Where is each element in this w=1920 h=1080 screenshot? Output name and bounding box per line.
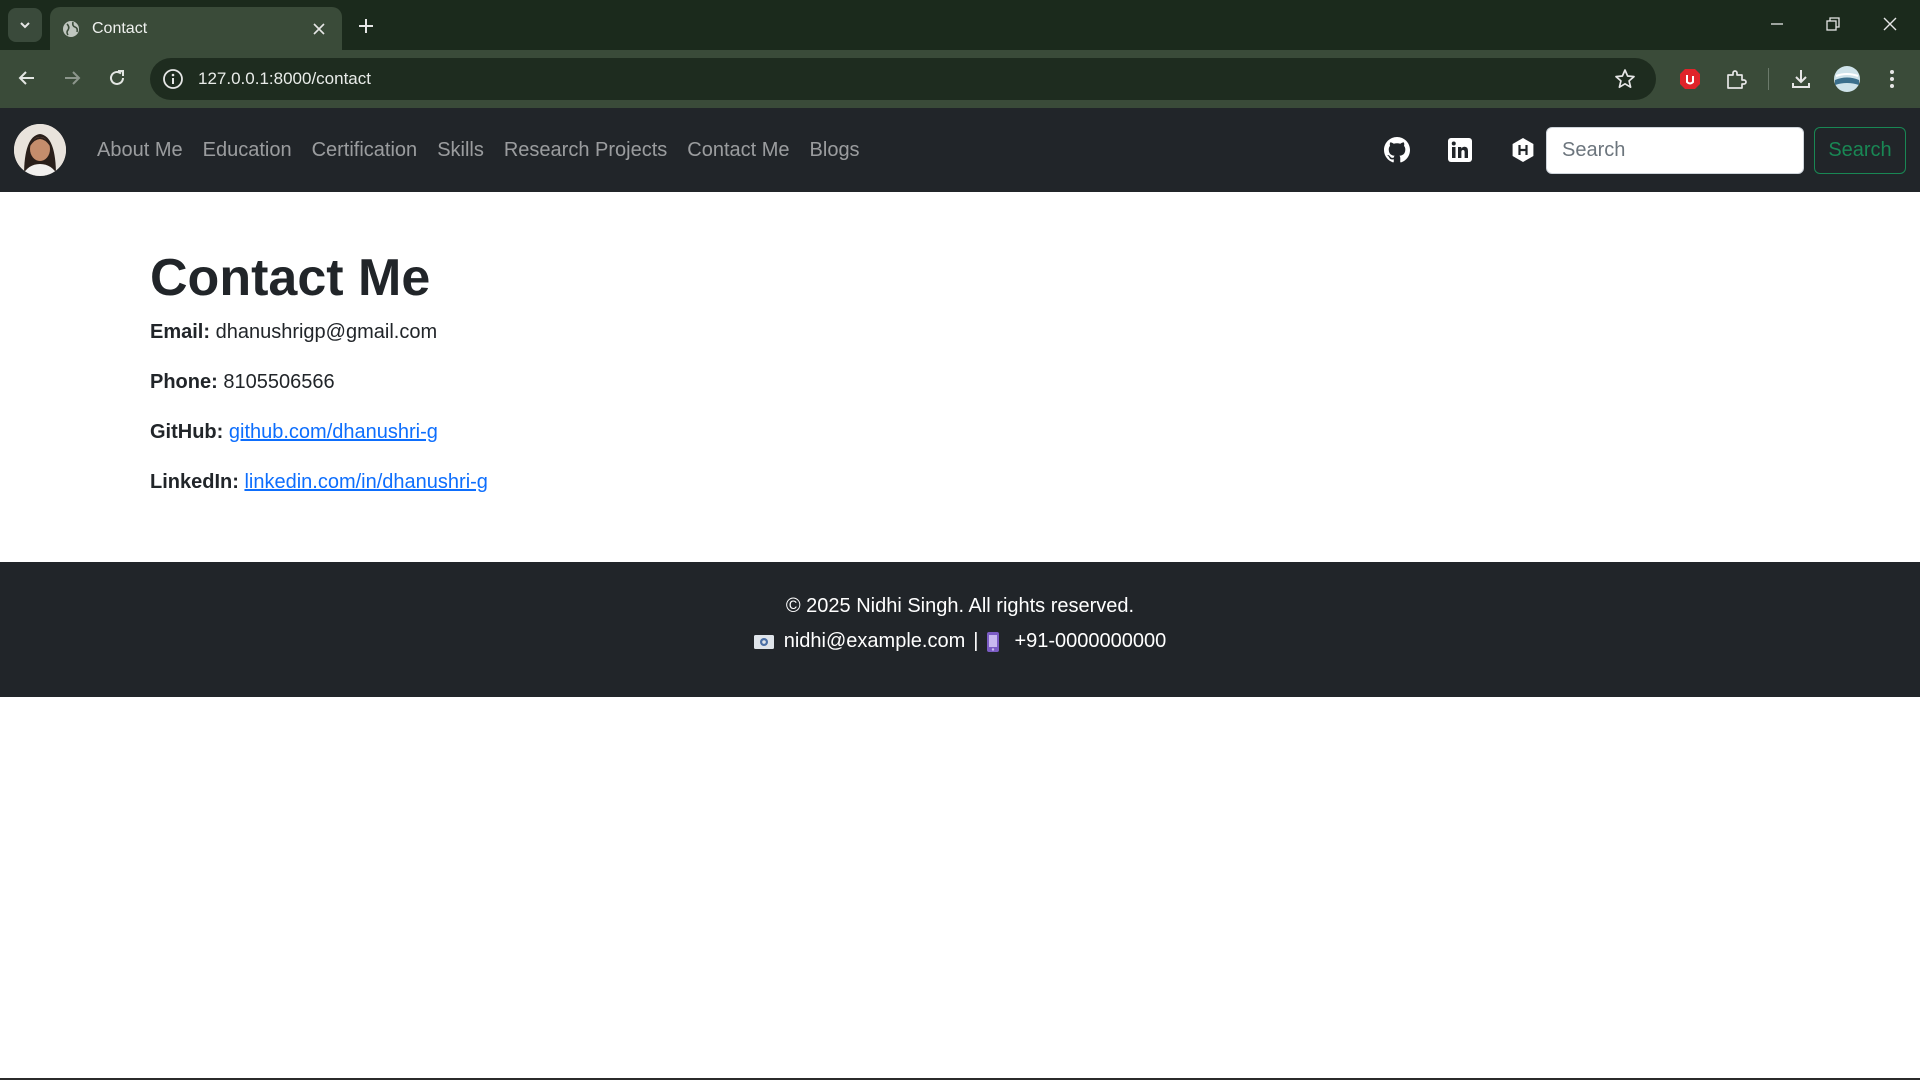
close-tab-icon[interactable]	[308, 18, 330, 40]
nav-link-education[interactable]: Education	[193, 139, 302, 162]
bookmark-star-icon[interactable]	[1612, 66, 1638, 92]
linkedin-link[interactable]: linkedin.com/in/dhanushri-g	[244, 471, 487, 493]
nav-link-about[interactable]: About Me	[87, 139, 193, 162]
page-title: Contact Me	[150, 249, 431, 307]
reload-button[interactable]	[100, 61, 134, 95]
minimize-icon	[1771, 23, 1783, 25]
footer-separator: |	[973, 630, 979, 652]
nav-link-certification[interactable]: Certification	[302, 139, 428, 162]
profile-avatar[interactable]	[14, 124, 66, 176]
search-input[interactable]	[1546, 127, 1804, 174]
site-info-icon[interactable]	[162, 68, 184, 90]
footer-contact-line: nidhi@example.com | +91-0000000000	[0, 630, 1920, 653]
browser-tab-bar: Contact	[0, 0, 1920, 50]
close-icon	[1883, 17, 1897, 31]
github-row: GitHub: github.com/dhanushri-g	[150, 421, 1350, 444]
restore-icon	[1826, 17, 1840, 31]
extensions-puzzle-icon[interactable]	[1720, 63, 1752, 95]
email-envelope-icon	[753, 634, 774, 649]
linkedin-icon[interactable]	[1445, 135, 1475, 165]
nav-link-blogs[interactable]: Blogs	[800, 139, 870, 162]
reload-icon	[110, 70, 124, 85]
globe-icon	[62, 20, 80, 38]
hashnode-icon[interactable]	[1508, 135, 1538, 165]
forward-button[interactable]	[55, 61, 89, 95]
browser-menu-icon[interactable]	[1876, 63, 1908, 95]
site-navbar: About Me Education Certification Skills …	[0, 108, 1920, 192]
new-tab-button[interactable]	[352, 12, 380, 40]
chevron-down-icon	[20, 22, 30, 29]
nav-link-research[interactable]: Research Projects	[494, 139, 677, 162]
phone-label: Phone:	[150, 371, 218, 394]
github-link[interactable]: github.com/dhanushri-g	[229, 421, 438, 443]
close-window-button[interactable]	[1868, 8, 1912, 40]
nav-links: About Me Education Certification Skills …	[87, 108, 870, 192]
github-label: GitHub:	[150, 421, 224, 444]
arrow-left-icon	[18, 71, 34, 85]
back-button[interactable]	[10, 61, 44, 95]
plus-icon	[359, 19, 373, 33]
search-button[interactable]: Search	[1814, 127, 1906, 174]
url-text: 127.0.0.1:8000/contact	[198, 69, 371, 88]
toolbar-divider	[1768, 68, 1769, 90]
footer-email: nidhi@example.com	[783, 630, 966, 652]
linkedin-row: LinkedIn: linkedin.com/in/dhanushri-g	[150, 471, 1350, 494]
restore-button[interactable]	[1811, 8, 1855, 40]
adblock-extension-icon[interactable]	[1674, 63, 1706, 95]
nav-link-contact[interactable]: Contact Me	[677, 139, 799, 162]
contact-section: Contact Me Email: dhanushrigp@gmail.com …	[150, 249, 1350, 521]
browser-tab[interactable]: Contact	[50, 7, 342, 50]
profile-avatar-icon[interactable]	[1831, 63, 1863, 95]
minimize-button[interactable]	[1755, 8, 1799, 40]
email-row: Email: dhanushrigp@gmail.com	[150, 321, 1350, 344]
mobile-phone-icon	[987, 631, 1000, 652]
phone-row: Phone: 8105506566	[150, 371, 1350, 394]
footer-phone: +91-0000000000	[1014, 630, 1167, 652]
tab-title: Contact	[92, 19, 148, 37]
nav-link-skills[interactable]: Skills	[427, 139, 494, 162]
address-bar[interactable]: 127.0.0.1:8000/contact	[150, 58, 1656, 100]
github-icon[interactable]	[1382, 135, 1412, 165]
email-value: dhanushrigp@gmail.com	[215, 321, 438, 344]
site-footer: © 2025 Nidhi Singh. All rights reserved.…	[0, 562, 1920, 697]
browser-toolbar: 127.0.0.1:8000/contact	[0, 50, 1920, 108]
tab-search-button[interactable]	[8, 8, 42, 42]
linkedin-label: LinkedIn:	[150, 471, 239, 494]
phone-value: 8105506566	[223, 371, 335, 394]
footer-copyright: © 2025 Nidhi Singh. All rights reserved.	[785, 595, 1135, 617]
arrow-right-icon	[65, 71, 81, 85]
email-label: Email:	[150, 321, 211, 344]
downloads-icon[interactable]	[1785, 63, 1817, 95]
